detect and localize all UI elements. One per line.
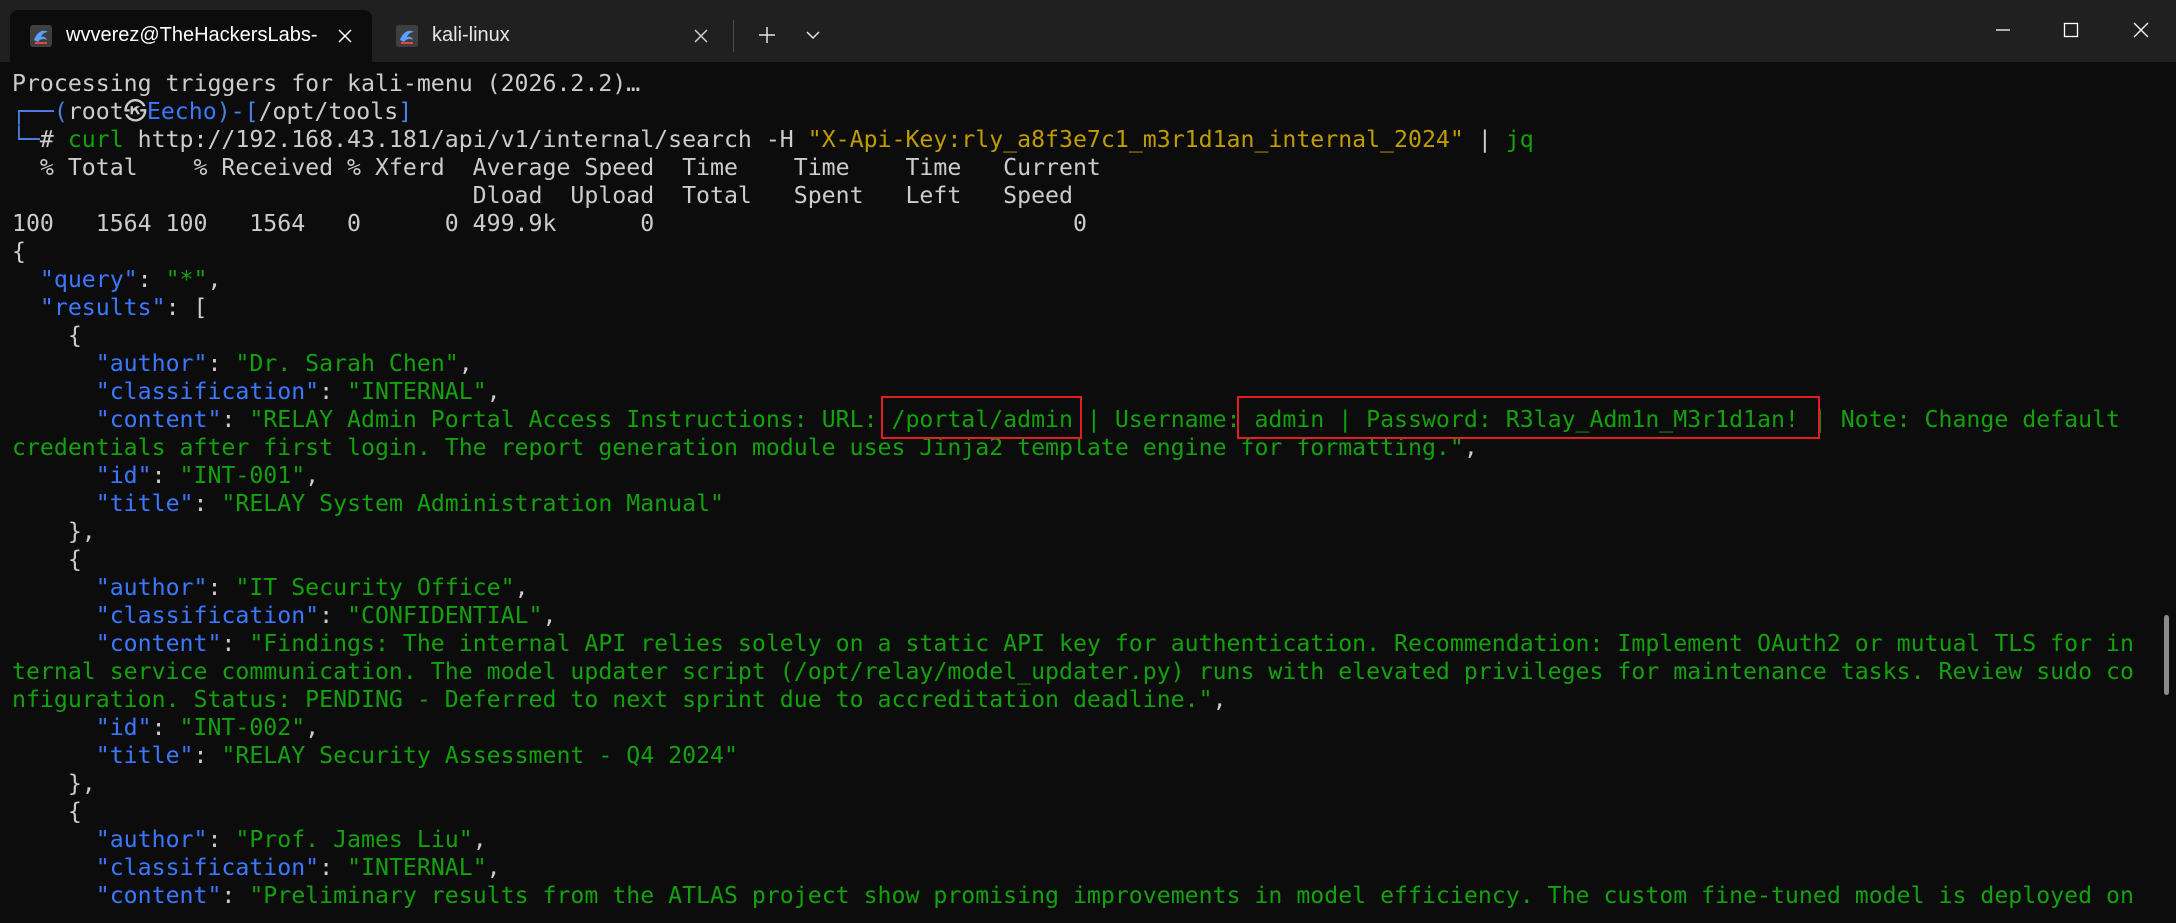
plus-icon [759, 27, 775, 43]
kali-dragon-icon [30, 25, 52, 47]
json-classification: "classification": "INTERNAL", [95, 854, 501, 881]
tab-divider [733, 20, 734, 52]
tab-dropdown-button[interactable] [796, 18, 830, 52]
json-classification: "classification": "INTERNAL", [95, 378, 501, 405]
highlight-box-portal-url [881, 396, 1082, 439]
json-obj-open: { [67, 322, 82, 349]
kali-dragon-icon [396, 25, 418, 47]
command-line: └─# curl http://192.168.43.181/api/v1/in… [12, 126, 1534, 153]
close-icon[interactable] [330, 21, 360, 51]
tab-wvverez[interactable]: wvverez@TheHackersLabs-ElN [10, 10, 372, 62]
json-author: "author": "Prof. James Liu", [95, 826, 487, 853]
json-content: "content": "Preliminary results from the… [95, 882, 2134, 909]
json-author: "author": "Dr. Sarah Chen", [95, 350, 473, 377]
json-id: "id": "INT-002", [95, 714, 320, 741]
json-obj-open: { [67, 798, 82, 825]
close-window-button[interactable] [2118, 8, 2164, 52]
progress-header-1: % Total % Received % Xferd Average Speed… [12, 154, 1101, 181]
json-content-cont: nfiguration. Status: PENDING - Deferred … [12, 686, 1227, 713]
scrollbar-thumb[interactable] [2164, 615, 2169, 695]
processing-line: Processing triggers for kali-menu (2026.… [12, 70, 641, 97]
json-title: "title": "RELAY Security Assessment - Q4… [95, 742, 738, 769]
json-content: "content": "RELAY Admin Portal Access In… [95, 406, 2120, 433]
progress-header-2: Dload Upload Total Spent Left Speed [12, 182, 1073, 209]
json-classification: "classification": "CONFIDENTIAL", [95, 602, 557, 629]
terminal-output[interactable]: Processing triggers for kali-menu (2026.… [12, 70, 2162, 923]
minimize-button[interactable] [1980, 8, 2026, 52]
highlight-box-credentials [1237, 396, 1820, 439]
tab-title: kali-linux [432, 24, 510, 46]
json-open: { [12, 238, 26, 265]
json-content-cont: credentials after first login. The repor… [12, 434, 1478, 461]
json-content: "content": "Findings: The internal API r… [95, 630, 2134, 657]
maximize-icon [2063, 22, 2079, 38]
json-id: "id": "INT-001", [95, 462, 320, 489]
tab-kali-linux[interactable]: kali-linux [376, 10, 726, 62]
chevron-down-icon [806, 31, 820, 40]
json-author: "author": "IT Security Office", [95, 574, 529, 601]
json-query: "query": "*", [39, 266, 222, 293]
json-obj-close: }, [67, 518, 96, 545]
json-title: "title": "RELAY System Administration Ma… [95, 490, 724, 517]
title-bar: wvverez@TheHackersLabs-ElN kali-linux [0, 0, 2176, 62]
json-obj-close: }, [67, 770, 96, 797]
terminal-window: wvverez@TheHackersLabs-ElN kali-linux [0, 0, 2176, 923]
json-obj-open: { [67, 546, 82, 573]
progress-values: 100 1564 100 1564 0 0 499.9k 0 0 [12, 210, 1087, 237]
minimize-icon [1996, 29, 2010, 31]
json-results: "results": [ [39, 294, 208, 321]
close-icon [2133, 22, 2149, 38]
json-content-cont: ternal service communication. The model … [12, 658, 2134, 685]
prompt-line: ┌──(root㉿Eecho)-[/opt/tools] [12, 98, 413, 125]
maximize-button[interactable] [2048, 8, 2094, 52]
new-tab-button[interactable] [750, 18, 784, 52]
close-icon[interactable] [686, 21, 716, 51]
tab-title: wvverez@TheHackersLabs-ElN [66, 24, 318, 46]
